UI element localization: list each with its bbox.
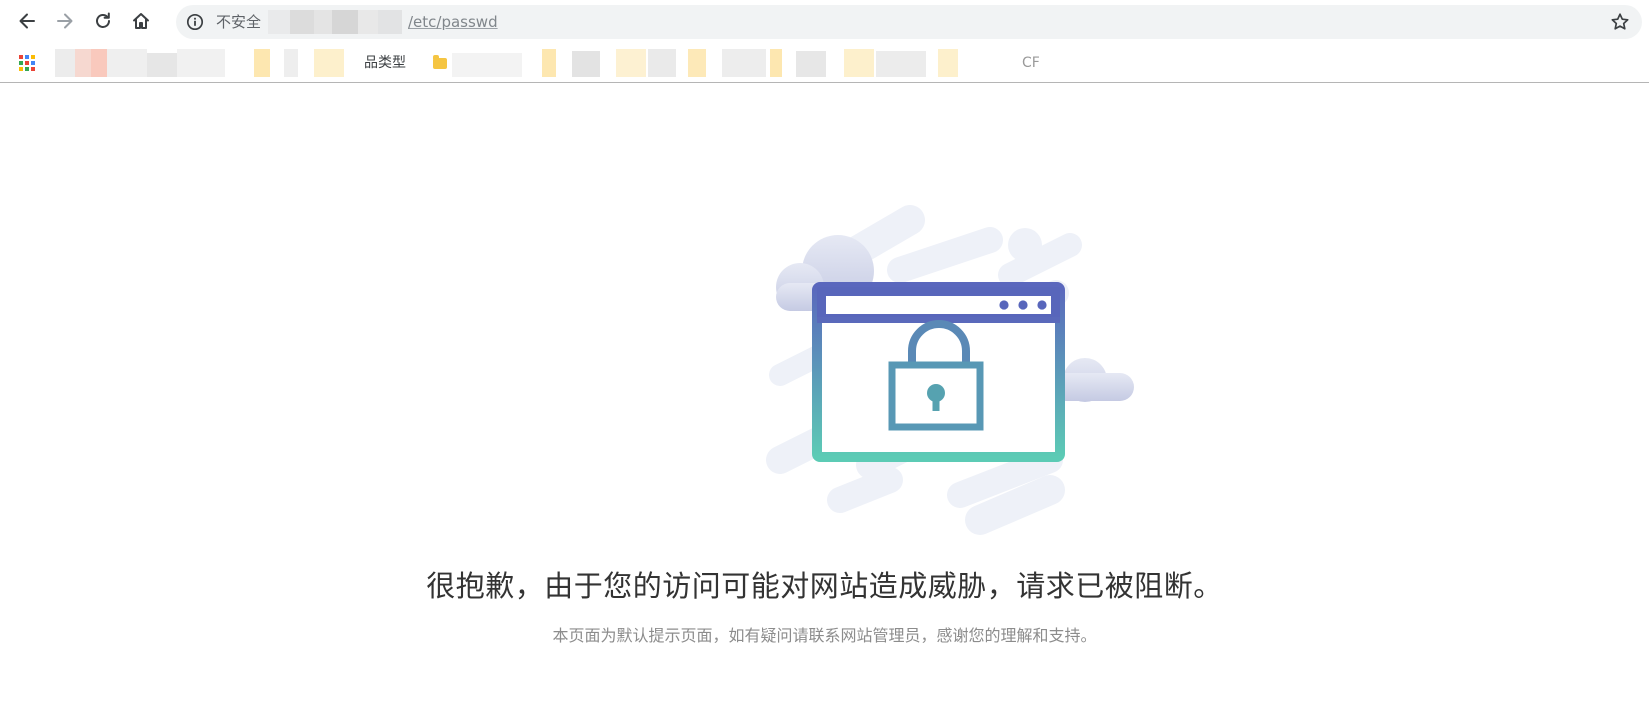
back-button[interactable]: [12, 6, 42, 36]
bookmarks-bar: 品类型 CF: [0, 43, 1649, 83]
locked-browser-window-icon: [766, 205, 1134, 535]
folder-icon: [433, 55, 447, 69]
security-label[interactable]: 不安全: [216, 13, 261, 31]
reload-button[interactable]: [88, 6, 118, 36]
arrow-right-icon: [57, 13, 73, 29]
forward-button[interactable]: [50, 6, 80, 36]
info-icon[interactable]: [186, 13, 204, 31]
arrow-left-icon: [19, 13, 35, 29]
star-icon[interactable]: [1610, 12, 1630, 32]
bookmark-label[interactable]: 品类型: [364, 54, 406, 72]
redacted-bookmark[interactable]: [254, 47, 349, 81]
home-button[interactable]: [126, 6, 156, 36]
home-icon: [133, 13, 149, 29]
browser-toolbar: 不安全 /etc/passwd: [0, 0, 1649, 43]
page-subtitle: 本页面为默认提示页面，如有疑问请联系网站管理员，感谢您的理解和支持。: [552, 626, 1097, 645]
redacted-bookmark[interactable]: [452, 47, 1042, 81]
redacted-bookmark[interactable]: [55, 47, 225, 81]
redacted-host: [268, 10, 402, 34]
url-path[interactable]: /etc/passwd: [408, 13, 498, 31]
address-bar[interactable]: 不安全 /etc/passwd: [176, 5, 1642, 39]
apps-grid-icon[interactable]: [19, 55, 35, 71]
bookmark-label[interactable]: CF: [1022, 54, 1040, 72]
page-title: 很抱歉，由于您的访问可能对网站造成威胁，请求已被阻断。: [426, 569, 1223, 603]
reload-icon: [96, 12, 110, 28]
